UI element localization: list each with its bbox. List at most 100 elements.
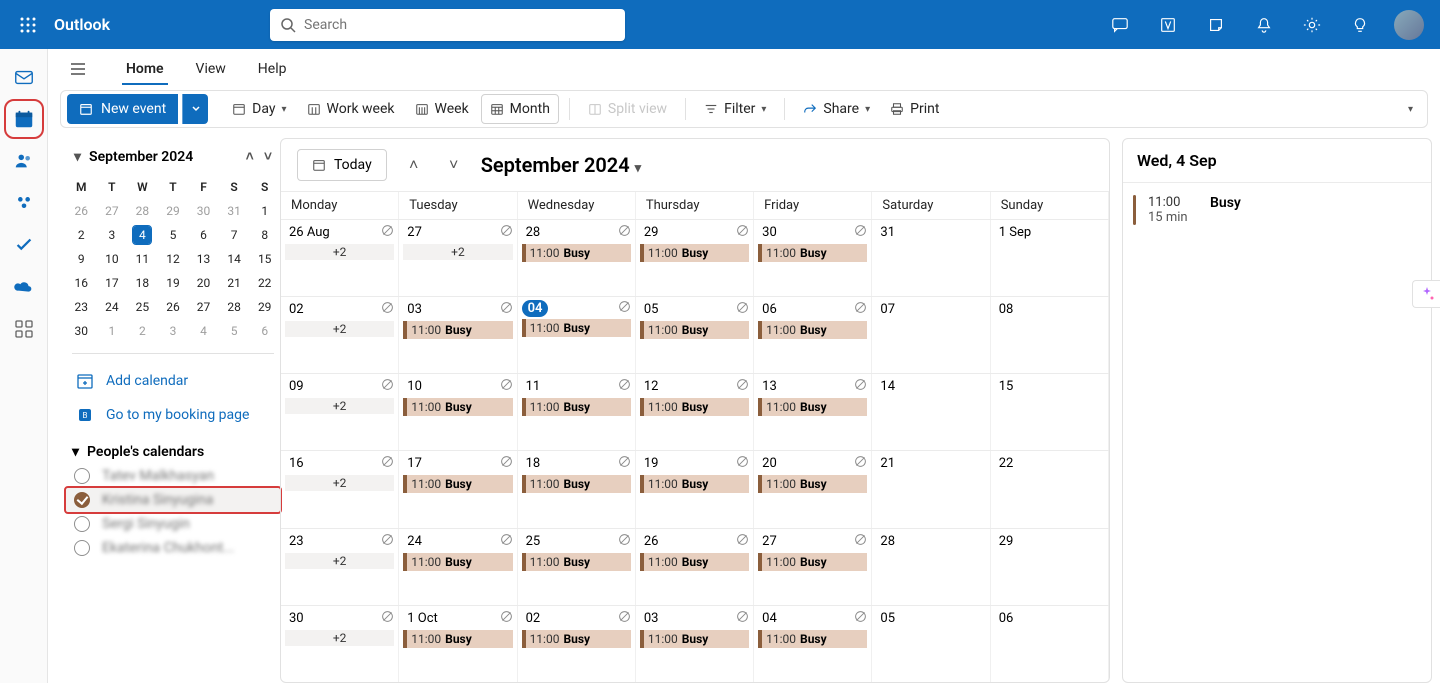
calendar-checkbox[interactable] <box>74 492 90 508</box>
more-events-button[interactable]: +2 <box>285 244 394 260</box>
day-cell[interactable]: 1 Sep <box>991 220 1109 296</box>
mini-day[interactable]: 30 <box>66 319 97 343</box>
mini-day[interactable]: 23 <box>66 295 97 319</box>
day-cell[interactable]: 2011:00Busy <box>754 451 872 527</box>
day-cell[interactable]: 15 <box>991 374 1109 450</box>
new-event-button[interactable]: New event <box>67 94 178 124</box>
mini-day[interactable]: 11 <box>127 247 158 271</box>
day-cell[interactable]: 07 <box>872 297 990 373</box>
go-booking-link[interactable]: B Go to my booking page <box>66 398 280 432</box>
day-cell[interactable]: 05 <box>872 606 990 682</box>
day-cell[interactable]: 0511:00Busy <box>636 297 754 373</box>
calendar-event[interactable]: 11:00Busy <box>522 553 631 571</box>
mini-day[interactable]: 2 <box>66 223 97 247</box>
share-button[interactable]: Share▾ <box>795 94 878 124</box>
mini-calendar[interactable]: MTWTFSS262728293031123456789101112131415… <box>66 171 280 343</box>
notifications-icon[interactable] <box>1242 3 1286 47</box>
people-calendars-section[interactable]: ▾ People's calendars <box>66 440 280 464</box>
mini-day[interactable]: 24 <box>97 295 128 319</box>
mini-day[interactable]: 25 <box>127 295 158 319</box>
mini-day[interactable]: 8 <box>249 223 280 247</box>
next-period-icon[interactable]: ˅ <box>441 152 467 178</box>
chat-icon[interactable] <box>1098 3 1142 47</box>
mini-day[interactable]: 20 <box>188 271 219 295</box>
mini-day[interactable]: 28 <box>219 295 250 319</box>
day-cell[interactable]: 2811:00Busy <box>518 220 636 296</box>
mini-day[interactable]: 5 <box>158 223 189 247</box>
day-cell[interactable]: 0211:00Busy <box>518 606 636 682</box>
people-calendar-item[interactable]: Kristina Sinyugina <box>66 488 280 512</box>
agenda-item[interactable]: 11:0015 minBusy <box>1123 183 1431 237</box>
day-cell[interactable]: 2411:00Busy <box>399 529 517 605</box>
account-avatar[interactable] <box>1394 10 1424 40</box>
day-cell[interactable]: 14 <box>872 374 990 450</box>
day-cell[interactable]: 06 <box>991 606 1109 682</box>
day-cell[interactable]: 0311:00Busy <box>399 297 517 373</box>
calendar-event[interactable]: 11:00Busy <box>758 321 867 339</box>
mini-day[interactable]: 29 <box>158 199 189 223</box>
calendar-event[interactable]: 11:00Busy <box>403 398 512 416</box>
mini-day[interactable]: 30 <box>188 199 219 223</box>
mini-day[interactable]: 13 <box>188 247 219 271</box>
mini-day[interactable]: 18 <box>127 271 158 295</box>
day-cell[interactable]: 0311:00Busy <box>636 606 754 682</box>
calendar-checkbox[interactable] <box>74 468 90 484</box>
mini-day[interactable]: 4 <box>188 319 219 343</box>
mini-day[interactable]: 14 <box>219 247 250 271</box>
mini-day[interactable]: 9 <box>66 247 97 271</box>
mini-day[interactable]: 21 <box>219 271 250 295</box>
sticky-notes-icon[interactable] <box>1194 3 1238 47</box>
calendar-event[interactable]: 11:00Busy <box>640 321 749 339</box>
day-cell[interactable]: 22 <box>991 451 1109 527</box>
people-calendar-item[interactable]: Ekaterina Chukhont... <box>66 536 280 560</box>
new-event-dropdown[interactable] <box>182 94 208 124</box>
calendar-event[interactable]: 11:00Busy <box>522 475 631 493</box>
month-view-button[interactable]: Month <box>481 94 559 124</box>
more-events-button[interactable]: +2 <box>285 630 394 646</box>
next-month-icon[interactable]: ˅ <box>262 146 274 167</box>
day-cell[interactable]: 09+2 <box>281 374 399 450</box>
settings-icon[interactable] <box>1290 3 1334 47</box>
calendar-event[interactable]: 11:00Busy <box>640 244 749 262</box>
day-cell[interactable]: 08 <box>991 297 1109 373</box>
calendar-event[interactable]: 11:00Busy <box>522 244 631 262</box>
mail-icon[interactable] <box>10 63 38 91</box>
day-cell[interactable]: 0411:00Busy <box>518 297 636 373</box>
mini-day[interactable]: 27 <box>97 199 128 223</box>
mini-day[interactable]: 15 <box>249 247 280 271</box>
calendar-event[interactable]: 11:00Busy <box>758 475 867 493</box>
mini-day[interactable]: 4 <box>127 223 158 247</box>
onenote-icon[interactable] <box>1146 3 1190 47</box>
calendar-event[interactable]: 11:00Busy <box>403 553 512 571</box>
calendar-event[interactable]: 11:00Busy <box>640 553 749 571</box>
mini-day[interactable]: 3 <box>158 319 189 343</box>
day-cell[interactable]: 3011:00Busy <box>754 220 872 296</box>
calendar-event[interactable]: 11:00Busy <box>403 321 512 339</box>
day-cell[interactable]: 26 Aug+2 <box>281 220 399 296</box>
people-icon[interactable] <box>10 147 38 175</box>
calendar-event[interactable]: 11:00Busy <box>640 475 749 493</box>
calendar-event[interactable]: 11:00Busy <box>758 244 867 262</box>
calendar-title[interactable]: September 2024 ▾ <box>481 153 641 177</box>
mini-day[interactable]: 2 <box>127 319 158 343</box>
mini-day[interactable]: 31 <box>219 199 250 223</box>
more-events-button[interactable]: +2 <box>285 553 394 569</box>
day-cell[interactable]: 1211:00Busy <box>636 374 754 450</box>
day-cell[interactable]: 2711:00Busy <box>754 529 872 605</box>
mini-day[interactable]: 12 <box>158 247 189 271</box>
filter-button[interactable]: Filter▾ <box>696 94 774 124</box>
mini-day[interactable]: 26 <box>66 199 97 223</box>
calendar-event[interactable]: 11:00Busy <box>522 398 631 416</box>
day-cell[interactable]: 31 <box>872 220 990 296</box>
mini-day[interactable]: 1 <box>97 319 128 343</box>
day-cell[interactable]: 0411:00Busy <box>754 606 872 682</box>
mini-day[interactable]: 6 <box>249 319 280 343</box>
day-cell[interactable]: 1311:00Busy <box>754 374 872 450</box>
calendar-icon[interactable] <box>10 105 38 133</box>
mini-day[interactable]: 1 <box>249 199 280 223</box>
mini-day[interactable]: 6 <box>188 223 219 247</box>
calendar-event[interactable]: 11:00Busy <box>640 398 749 416</box>
calendar-event[interactable]: 11:00Busy <box>522 319 631 337</box>
work-week-view-button[interactable]: Work week <box>299 94 403 124</box>
day-cell[interactable]: 1811:00Busy <box>518 451 636 527</box>
